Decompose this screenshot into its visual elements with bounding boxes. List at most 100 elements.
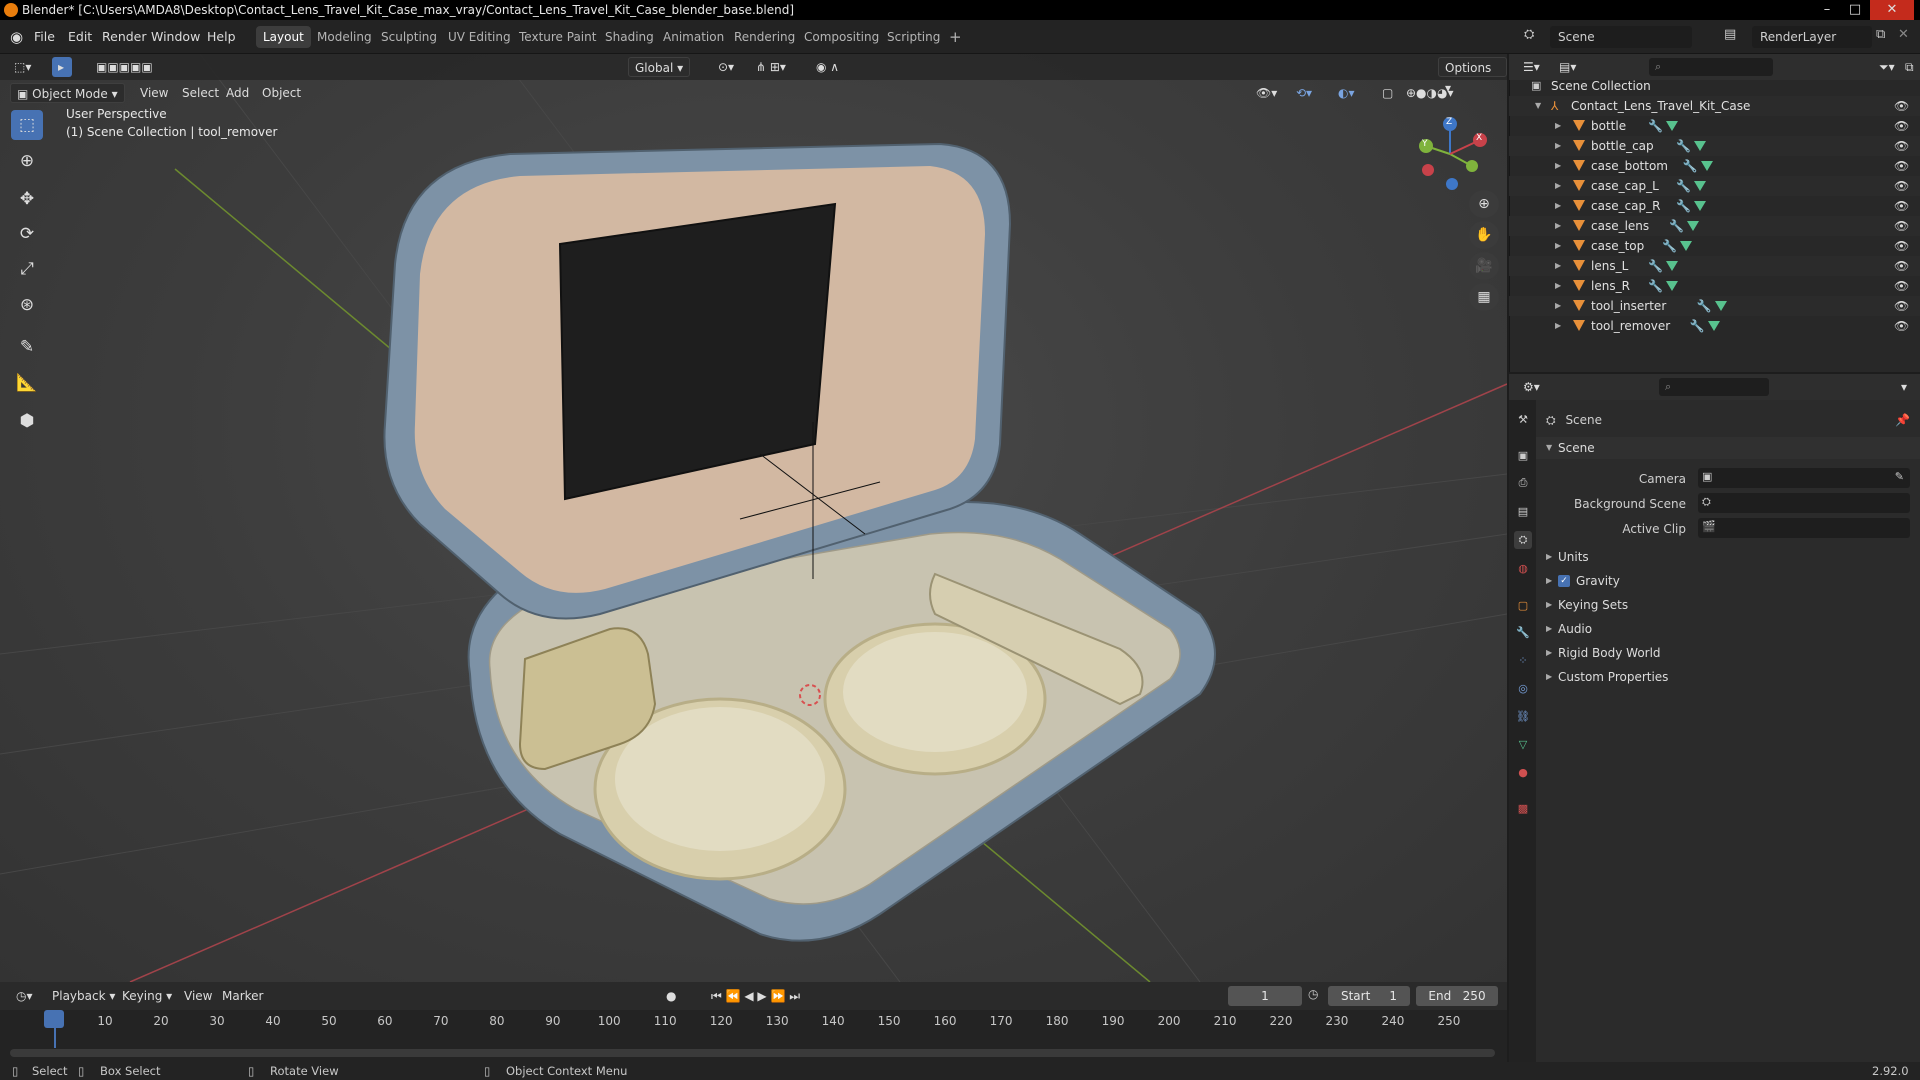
menu-window[interactable]: Window <box>151 20 200 54</box>
modifier-wrench-icon[interactable]: 🔧 <box>1676 196 1691 216</box>
mesh-data-icon[interactable] <box>1694 141 1706 151</box>
camera-view-icon[interactable]: 🎥 <box>1469 252 1499 280</box>
zoom-icon[interactable]: ⊕ <box>1469 190 1499 218</box>
tab-world-icon[interactable]: ◍ <box>1514 560 1532 578</box>
transform-tool-icon[interactable]: ⊛ <box>11 290 43 320</box>
tab-layout[interactable]: Layout <box>256 26 311 48</box>
outliner-object-row[interactable]: ▶ bottle_cap 🔧 👁 <box>1509 136 1920 156</box>
tab-physics-icon[interactable]: ◎ <box>1514 680 1532 698</box>
blender-menu-icon[interactable]: ◉ <box>10 20 23 54</box>
custom-properties-panel-header[interactable]: ▶ Custom Properties <box>1536 666 1920 688</box>
tab-constraints-icon[interactable]: ⛓ <box>1514 708 1532 726</box>
modifier-wrench-icon[interactable]: 🔧 <box>1676 176 1691 196</box>
modifier-wrench-icon[interactable]: 🔧 <box>1648 276 1663 296</box>
tab-rendering[interactable]: Rendering <box>727 26 802 48</box>
expand-arrow-icon[interactable]: ▶ <box>1555 156 1561 176</box>
timeline-view-menu[interactable]: View <box>178 986 218 1006</box>
tab-output-icon[interactable]: ⎙ <box>1514 474 1532 492</box>
units-panel-header[interactable]: ▶ Units <box>1536 546 1920 568</box>
add-workspace-button[interactable]: + <box>942 26 969 48</box>
rotate-tool-icon[interactable]: ⟳ <box>11 219 43 249</box>
outliner-object-row[interactable]: ▶ lens_R 🔧 👁 <box>1509 276 1920 296</box>
filter-icon[interactable]: ⏷▾ <box>1873 57 1901 77</box>
viewport-menu-view[interactable]: View <box>134 83 174 103</box>
visibility-eye-icon[interactable]: 👁 <box>1894 96 1909 116</box>
tab-sculpting[interactable]: Sculpting <box>374 26 444 48</box>
visibility-eye-icon[interactable]: 👁 <box>1894 316 1909 336</box>
expand-arrow-icon[interactable]: ▶ <box>1555 296 1561 316</box>
close-button[interactable]: ✕ <box>1870 0 1914 20</box>
expand-arrow-icon[interactable]: ▶ <box>1555 196 1561 216</box>
tab-data-icon[interactable]: ▽ <box>1514 736 1532 754</box>
measure-tool-icon[interactable]: 📐 <box>11 368 43 398</box>
viewport-menu-object[interactable]: Object <box>256 83 307 103</box>
visibility-eye-icon[interactable]: 👁 <box>1894 216 1909 236</box>
ortho-grid-icon[interactable]: ▦ <box>1469 283 1499 311</box>
visibility-eye-icon[interactable]: 👁 <box>1894 236 1909 256</box>
modifier-wrench-icon[interactable]: 🔧 <box>1697 296 1712 316</box>
display-mode-icon[interactable]: ▤▾ <box>1553 57 1582 77</box>
visibility-eye-icon[interactable]: 👁 <box>1894 116 1909 136</box>
tab-texture-icon[interactable]: ▩ <box>1514 800 1532 818</box>
properties-options-icon[interactable]: ▾ <box>1895 377 1913 397</box>
rigid-body-world-panel-header[interactable]: ▶ Rigid Body World <box>1536 642 1920 664</box>
scene-panel-header[interactable]: ▼ Scene <box>1536 437 1920 459</box>
gravity-panel-header[interactable]: ▶ ✓ Gravity <box>1536 570 1920 592</box>
timeline-scrollbar[interactable] <box>10 1049 1495 1057</box>
outliner-object-row[interactable]: ▶ case_top 🔧 👁 <box>1509 236 1920 256</box>
tab-shading[interactable]: Shading <box>598 26 661 48</box>
tab-tool-icon[interactable]: ⚒ <box>1514 411 1532 429</box>
camera-field[interactable]: ▣ ✎ <box>1698 468 1910 488</box>
transform-orientation-dropdown[interactable]: Global ▾ <box>628 57 691 77</box>
tab-material-icon[interactable]: ● <box>1514 764 1532 782</box>
shading-mode-icons[interactable]: ⊕●◑◕▾ <box>1400 83 1460 103</box>
expand-arrow-icon[interactable]: ▶ <box>1555 316 1561 336</box>
overlay-toggle-icon[interactable]: ◐▾ <box>1332 83 1361 103</box>
modifier-wrench-icon[interactable]: 🔧 <box>1662 236 1677 256</box>
gravity-checkbox[interactable]: ✓ <box>1558 575 1570 587</box>
keying-sets-panel-header[interactable]: ▶ Keying Sets <box>1536 594 1920 616</box>
modifier-wrench-icon[interactable]: 🔧 <box>1648 256 1663 276</box>
visibility-eye-icon[interactable]: 👁 <box>1894 296 1909 316</box>
tab-compositing[interactable]: Compositing <box>797 26 886 48</box>
cursor-tool-icon[interactable]: ⊕ <box>11 146 43 176</box>
mesh-data-icon[interactable] <box>1687 221 1700 231</box>
visibility-eye-icon[interactable]: 👁 <box>1894 196 1909 216</box>
tab-particles-icon[interactable]: ⁘ <box>1514 652 1532 670</box>
outliner-object-row[interactable]: ▶ case_cap_L 🔧 👁 <box>1509 176 1920 196</box>
options-dropdown[interactable]: Options ▾ <box>1438 57 1507 95</box>
outliner-object-row[interactable]: ▶ case_cap_R 🔧 👁 <box>1509 196 1920 216</box>
modifier-wrench-icon[interactable]: 🔧 <box>1669 216 1684 236</box>
pan-hand-icon[interactable]: ✋ <box>1469 221 1499 249</box>
mesh-data-icon[interactable] <box>1714 301 1727 311</box>
object-mode-dropdown[interactable]: ▣ Object Mode ▾ <box>10 83 125 103</box>
eyedropper-icon[interactable]: ✎ <box>1895 470 1904 483</box>
remove-view-layer-icon[interactable]: ✕ <box>1898 27 1909 42</box>
xray-icon[interactable]: ▢ <box>1376 83 1399 103</box>
record-icon[interactable]: ● <box>660 986 682 1006</box>
visibility-eye-icon[interactable]: 👁 <box>1894 156 1909 176</box>
expand-arrow-icon[interactable]: ▶ <box>1555 136 1561 156</box>
audio-panel-header[interactable]: ▶ Audio <box>1536 618 1920 640</box>
menu-file[interactable]: File <box>34 20 55 54</box>
new-collection-icon[interactable]: ⧉ <box>1899 57 1920 77</box>
tab-animation[interactable]: Animation <box>656 26 731 48</box>
outliner-scene-collection[interactable]: ▣ Scene Collection <box>1509 76 1920 96</box>
move-tool-icon[interactable]: ✥ <box>11 184 43 214</box>
modifier-wrench-icon[interactable]: 🔧 <box>1690 316 1705 336</box>
editor-type-icon[interactable]: ⬚▾ <box>8 57 37 77</box>
tab-view-layer-icon[interactable]: ▤ <box>1514 503 1532 521</box>
3d-viewport[interactable]: Z Y X <box>0 54 1507 982</box>
proportional-edit-icon[interactable]: ◉ ∧ <box>810 57 845 77</box>
timeline-editor-type-icon[interactable]: ◷▾ <box>10 986 39 1006</box>
mesh-data-icon[interactable] <box>1694 181 1706 191</box>
mesh-data-icon[interactable] <box>1666 261 1679 271</box>
marker-menu[interactable]: Marker <box>216 986 269 1006</box>
outliner-object-row[interactable]: ▶ tool_remover 🔧 👁 <box>1509 316 1920 336</box>
viewport-menu-add[interactable]: Add <box>220 83 255 103</box>
expand-arrow-icon[interactable]: ▶ <box>1555 116 1561 136</box>
visibility-eye-icon[interactable]: 👁 <box>1894 176 1909 196</box>
tab-modeling[interactable]: Modeling <box>310 26 379 48</box>
tab-uv-editing[interactable]: UV Editing <box>441 26 518 48</box>
menu-edit[interactable]: Edit <box>68 20 92 54</box>
